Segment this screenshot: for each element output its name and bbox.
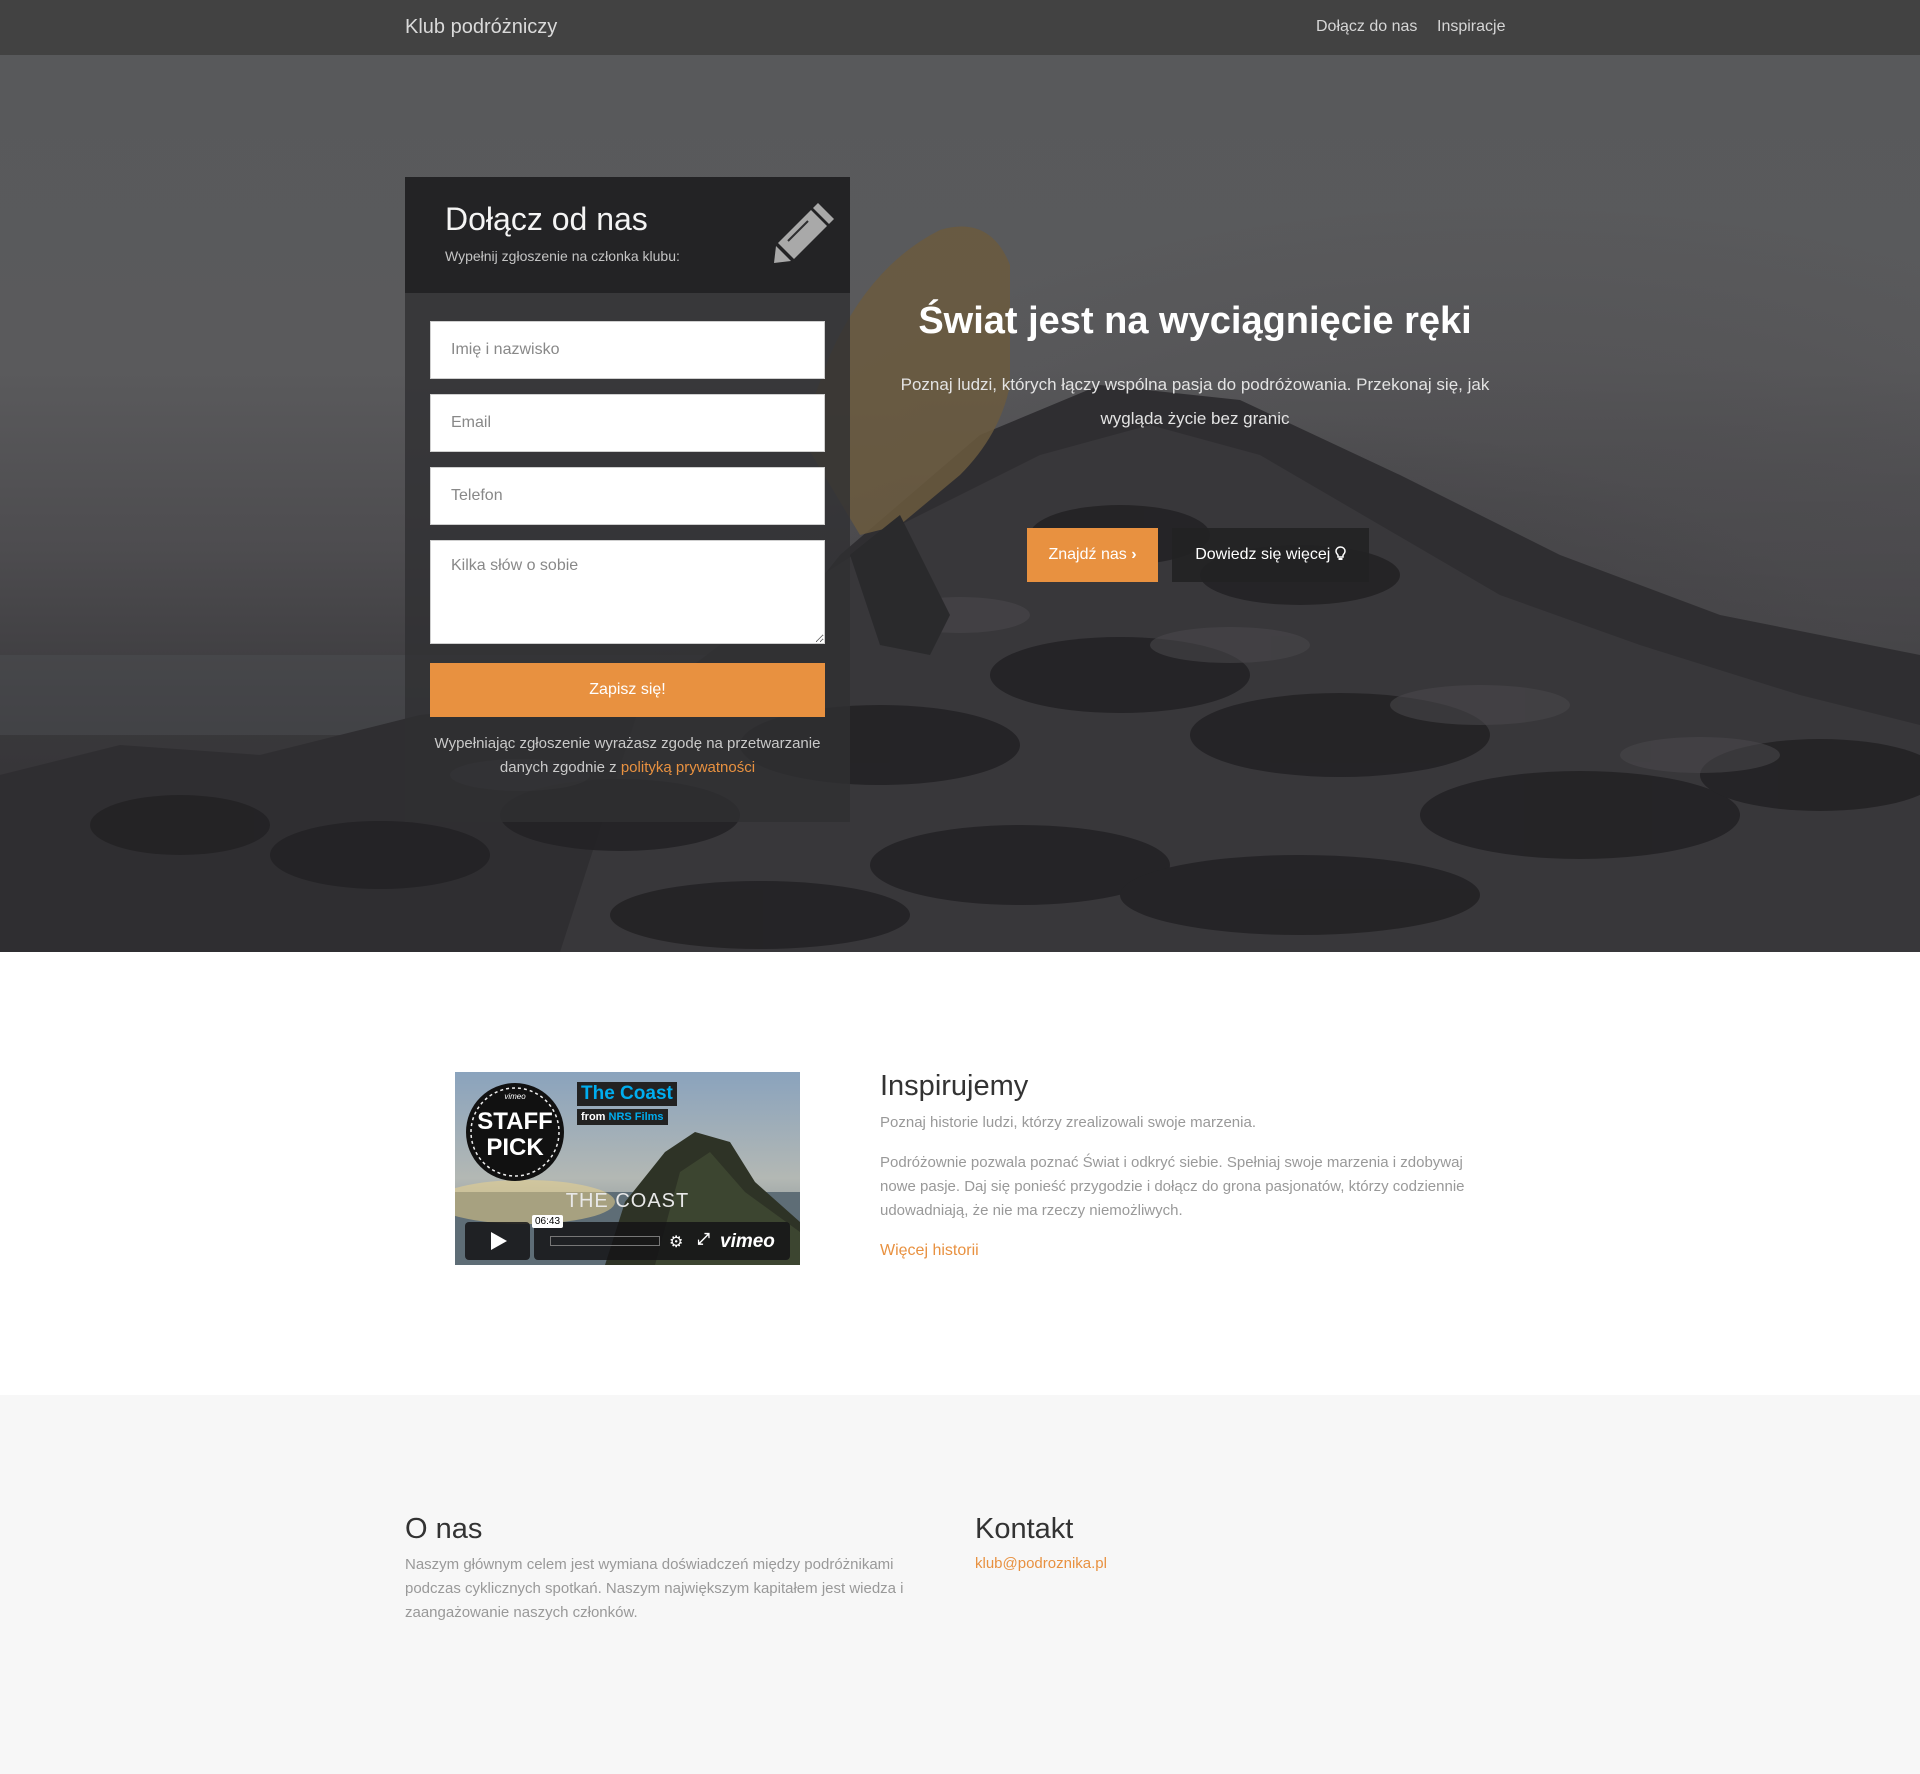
contact-email-link[interactable]: klub@podroznika.pl — [975, 1555, 1107, 1572]
inspire-section: vimeo STAFF PICK The Coast from NRS Film… — [0, 952, 1920, 1395]
hero-section: Dołącz od nas Wypełnij zgłoszenie na czł… — [0, 55, 1920, 952]
phone-input[interactable] — [430, 467, 825, 525]
navbar: Klub podróżniczy Dołącz do nas Inspiracj… — [0, 0, 1920, 55]
pencil-icon — [774, 203, 834, 263]
chevron-right-icon: › — [1131, 546, 1137, 563]
learn-more-label: Dowiedz się więcej — [1195, 546, 1331, 563]
about-title: O nas — [405, 1513, 483, 1545]
video-duration: 06:43 — [532, 1215, 564, 1228]
settings-icon[interactable]: ⚙ — [669, 1232, 683, 1252]
video-progress-bar[interactable] — [550, 1236, 660, 1246]
join-form-panel: Dołącz od nas Wypełnij zgłoszenie na czł… — [405, 177, 850, 822]
nav-link-inspirations[interactable]: Inspiracje — [1437, 18, 1505, 36]
inspire-body: Podróżownie pozwala poznać Świat i odkry… — [880, 1154, 1465, 1219]
brand-link[interactable]: Klub podróżniczy — [405, 16, 557, 39]
inspire-title: Inspirujemy — [880, 1070, 1029, 1102]
video-from-label: from — [581, 1111, 606, 1123]
nav-link-join[interactable]: Dołącz do nas — [1316, 18, 1417, 36]
inspire-lead: Poznaj historie ludzi, którzy zrealizowa… — [880, 1114, 1256, 1131]
lightbulb-icon — [1335, 546, 1346, 560]
more-stories-link[interactable]: Więcej historii — [880, 1242, 979, 1260]
staff-pick-line2: PICK — [486, 1134, 544, 1161]
find-us-button[interactable]: Znajdź nas › — [1027, 528, 1158, 582]
video-play-button[interactable] — [465, 1222, 530, 1260]
play-icon — [491, 1232, 507, 1250]
fullscreen-icon[interactable]: ⤢ — [697, 1231, 710, 1249]
about-section: O nas Naszym głównym celem jest wymiana … — [0, 1395, 1920, 1774]
staff-pick-line1: STAFF — [477, 1108, 553, 1135]
submit-button[interactable]: Zapisz się! — [430, 663, 825, 717]
about-textarea[interactable] — [430, 540, 825, 644]
video-author-link[interactable]: NRS Films — [609, 1111, 664, 1123]
hero-title: Świat jest na wyciągnięcie ręki — [918, 300, 1472, 342]
video-byline: from NRS Films — [577, 1109, 668, 1125]
video-title[interactable]: The Coast — [577, 1082, 677, 1106]
join-form-header: Dołącz od nas Wypełnij zgłoszenie na czł… — [405, 177, 850, 293]
email-input[interactable] — [430, 394, 825, 452]
privacy-policy-link[interactable]: polityką prywatności — [621, 759, 755, 776]
join-form-subtitle: Wypełnij zgłoszenie na członka klubu: — [445, 248, 680, 264]
hero-background-image — [0, 226, 1920, 952]
find-us-label: Znajdź nas — [1048, 546, 1127, 563]
hero-lead: Poznaj ludzi, których łączy wspólna pasj… — [900, 375, 1490, 428]
video-overlay-title: THE COAST — [565, 1190, 690, 1212]
hero-text: Świat jest na wyciągnięcie ręki Poznaj l… — [880, 300, 1510, 436]
staff-pick-vimeo: vimeo — [504, 1092, 526, 1101]
about-text: Naszym głównym celem jest wymiana doświa… — [405, 1556, 904, 1621]
video-player[interactable]: vimeo STAFF PICK The Coast from NRS Film… — [455, 1072, 800, 1265]
join-form-title: Dołącz od nas — [445, 201, 648, 237]
contact-title: Kontakt — [975, 1513, 1074, 1545]
learn-more-button[interactable]: Dowiedz się więcej — [1172, 528, 1369, 582]
name-input[interactable] — [430, 321, 825, 379]
vimeo-logo[interactable]: vimeo — [720, 1231, 775, 1253]
consent-text: Wypełniając zgłoszenie wyrażasz zgodę na… — [425, 732, 830, 780]
